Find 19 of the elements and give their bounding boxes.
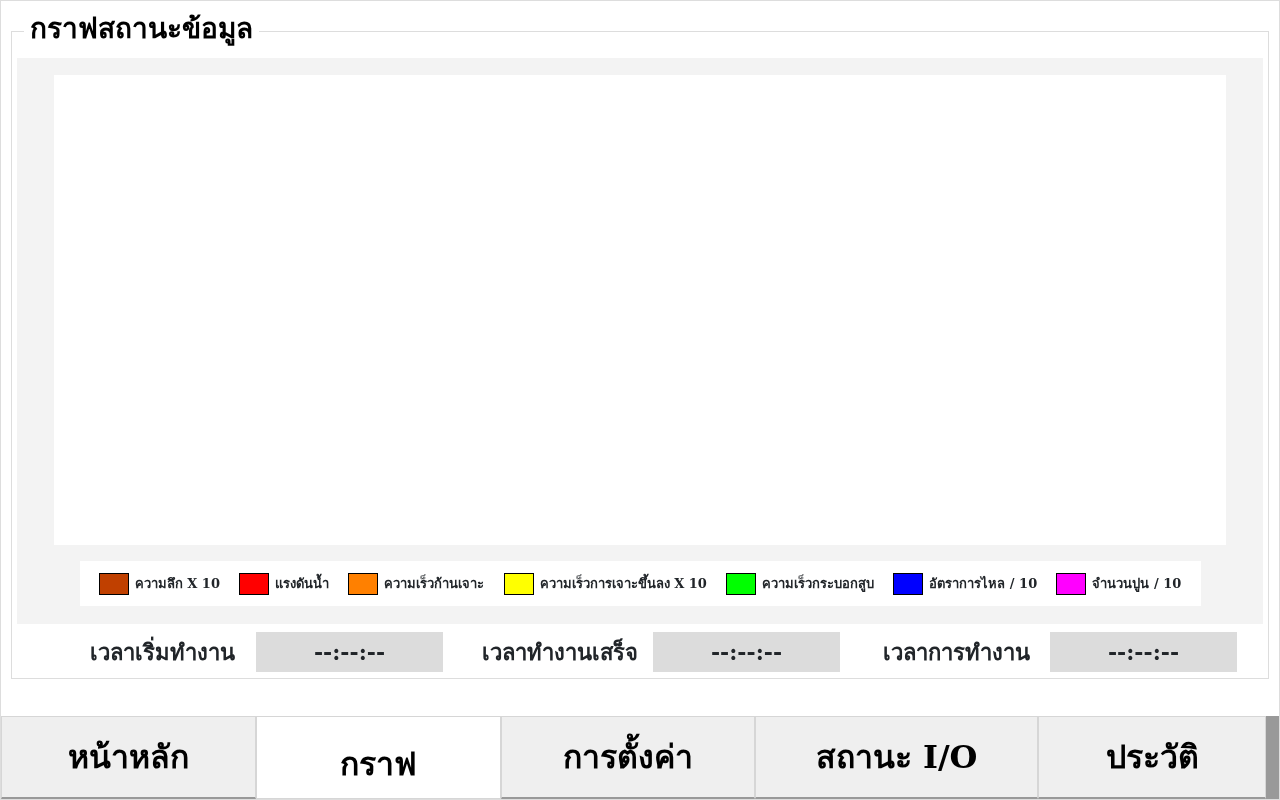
time-value-field: --:--:-- — [1050, 632, 1237, 672]
nav-tab[interactable]: สถานะ I/O — [754, 716, 1039, 799]
time-value-field: --:--:-- — [256, 632, 443, 672]
time-value-field: --:--:-- — [653, 632, 840, 672]
nav-tab[interactable]: การตั้งค่า — [501, 716, 755, 799]
nav-tab[interactable]: หน้าหลัก — [1, 716, 256, 799]
legend-label: จำนวนปูน / 10 — [1092, 574, 1182, 594]
legend-label: ความเร็วก้านเจาะ — [384, 573, 485, 593]
legend-label: แรงดันน้ำ — [275, 573, 330, 593]
nav-tab[interactable]: กราฟ — [255, 716, 502, 799]
legend-label: ความเร็วกระบอกสูบ — [762, 573, 875, 594]
nav-tab[interactable]: ประวัติ — [1038, 716, 1267, 799]
legend-label: ความลึก X 10 — [134, 574, 220, 593]
time-label: เวลาเริ่มทำงาน — [89, 635, 236, 667]
legend-label: อัตราการไหล / 10 — [929, 574, 1038, 593]
legend-label: ความเร็วการเจาะขึ้นลง X 10 — [539, 573, 707, 593]
panel-title: กราฟสถานะข้อมูล — [24, 12, 259, 46]
time-label: เวลาทำงานเสร็จ — [480, 637, 639, 667]
time-label: เวลาการทำงาน — [882, 637, 1031, 667]
